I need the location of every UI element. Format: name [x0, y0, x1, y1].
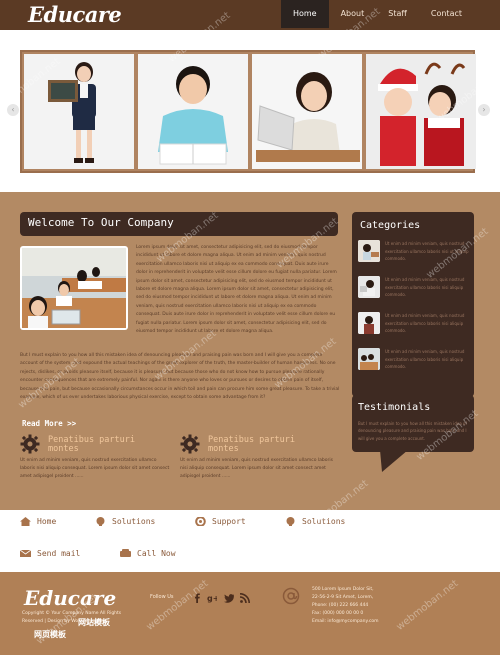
cn-watermark: 网页模板 [34, 630, 66, 639]
address-block: 500 Lorem Ipsum Dolor Sit, 22-56-2-9 Sit… [312, 586, 422, 626]
feature-title-2[interactable]: Penatibus parturi montes [208, 436, 308, 454]
address-line: 22-56-2-9 Sit Amet, Lorem, [312, 595, 374, 600]
nav-item-about[interactable]: About [329, 0, 377, 28]
chevron-left-icon[interactable]: ‹ [7, 104, 19, 116]
nav-item-home[interactable]: Home [280, 0, 329, 28]
link-call-now[interactable]: Call Now [120, 549, 176, 558]
phone-icon [120, 549, 131, 557]
twitter-icon[interactable] [224, 593, 234, 603]
chevron-right-icon[interactable]: › [478, 104, 490, 116]
link-solutions[interactable]: Solutions [95, 517, 155, 526]
link-support[interactable]: Support [195, 517, 246, 526]
category-item[interactable]: Ut enim ad minim veniam, quis nostrud ex… [358, 276, 470, 304]
cn-watermark: 网站模板 [78, 618, 110, 627]
category-text: Ut enim ad minim veniam, quis nostrud ex… [385, 313, 465, 333]
at-sign-icon [282, 587, 300, 605]
address-line[interactable]: Email: info@mycompany.com [312, 618, 422, 626]
classroom-image [20, 246, 128, 330]
header-bar: Educare Home About Staff Contact [0, 0, 500, 30]
read-more-link[interactable]: Read More >> [22, 419, 76, 428]
category-thumbnail [358, 348, 380, 370]
slider-frame [20, 50, 476, 173]
address-line: Fax: (000) 000 00 00 0 [312, 611, 364, 616]
address-line: Phone: (00) 222 666 444 [312, 603, 369, 608]
support-icon [195, 517, 206, 526]
welcome-title: Welcome To Our Company [28, 216, 174, 229]
feature-title-1[interactable]: Penatibus parturi montes [48, 436, 148, 454]
home-icon [20, 517, 31, 526]
welcome-heading-bar: Welcome To Our Company [20, 212, 338, 236]
rss-icon[interactable] [240, 593, 250, 603]
categories-title: Categories [360, 220, 421, 231]
gear-icon [180, 434, 200, 454]
solutions-icon [96, 517, 105, 526]
slide-girl-with-laptop[interactable] [252, 54, 362, 169]
slide-girl-with-chalkboard[interactable] [24, 54, 134, 169]
link-solutions-2[interactable]: Solutions [285, 517, 345, 526]
svg-text:g+: g+ [207, 594, 217, 603]
link-send-mail[interactable]: Send mail [20, 549, 80, 558]
solutions-icon [286, 517, 295, 526]
link-home[interactable]: Home [20, 517, 56, 526]
category-text: Ut enim ad minim veniam, quis nostrud ex… [385, 349, 465, 369]
nav-item-staff[interactable]: Staff [376, 0, 419, 28]
follow-us-label: Follow Us [150, 594, 174, 600]
mail-icon [20, 549, 31, 557]
footer-logo[interactable]: Educare [24, 586, 116, 610]
image-slider: ‹ › [0, 30, 500, 192]
category-item[interactable]: Ut enim ad minim veniam, quis nostrud ex… [358, 240, 470, 268]
google-plus-icon[interactable]: g+ [207, 593, 217, 603]
category-item[interactable]: Ut enim ad minim veniam, quis nostrud ex… [358, 348, 470, 376]
speech-bubble-tail [380, 450, 408, 472]
footer: Educare Copyright © Your Company Name Al… [0, 572, 500, 655]
main-nav: Home About Staff Contact [280, 0, 474, 28]
quick-links: Home Solutions Support Solutions Send ma… [0, 510, 500, 572]
category-text: Ut enim ad minim veniam, quis nostrud ex… [385, 241, 469, 261]
category-thumbnail [358, 276, 380, 298]
link-label: Solutions [302, 517, 346, 526]
category-thumbnail [358, 240, 380, 262]
slide-boy-with-book[interactable] [138, 54, 248, 169]
link-label: Home [37, 517, 57, 526]
link-label: Support [212, 517, 246, 526]
testimonial-text: But I must explain to you how all this m… [358, 421, 467, 441]
link-label: Solutions [112, 517, 156, 526]
feature-text-1: Ut enim ad minim veniam, quis nostrud ex… [20, 458, 170, 479]
testimonials-title: Testimonials [358, 402, 431, 413]
link-label: Send mail [37, 549, 81, 558]
testimonials-box: Testimonials But I must explain to you h… [352, 395, 474, 452]
site-logo[interactable]: Educare [28, 2, 122, 27]
welcome-text-right: Lorem ipsum dolor sit amet, consectetur … [136, 245, 337, 335]
slide-children-in-santa-hats[interactable] [366, 54, 476, 169]
main-content: Welcome To Our Company Lorem ipsum dolor… [0, 192, 500, 510]
feature-text-2: Ut enim ad minim veniam, quis nostrud ex… [180, 458, 333, 479]
gear-icon [20, 434, 40, 454]
category-thumbnail [358, 312, 380, 334]
categories-box: Categories Ut enim ad minim veniam, quis… [352, 212, 474, 397]
nav-item-contact[interactable]: Contact [419, 0, 474, 28]
address-line: 500 Lorem Ipsum Dolor Sit, [312, 587, 374, 592]
category-text: Ut enim ad minim veniam, quis nostrud ex… [385, 277, 465, 297]
category-item[interactable]: Ut enim ad minim veniam, quis nostrud ex… [358, 312, 470, 340]
link-label: Call Now [137, 549, 176, 558]
facebook-icon[interactable] [192, 593, 202, 603]
welcome-text-bottom: But I must explain to you how all this m… [20, 353, 340, 401]
